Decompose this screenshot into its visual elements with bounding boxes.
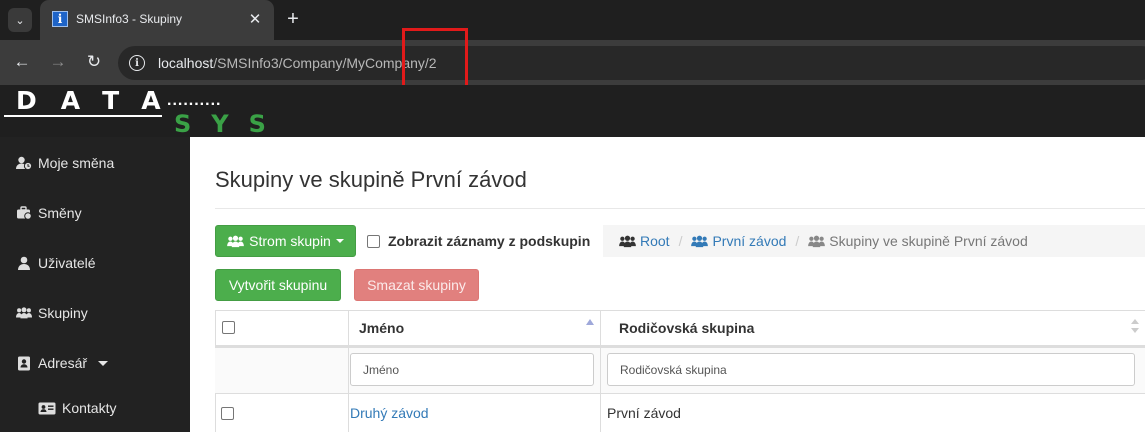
sidebar-item-adresar[interactable]: Adresář [0, 343, 190, 383]
logo-dots: .......... [167, 92, 222, 109]
delete-groups-button[interactable]: Smazat skupiny [354, 269, 479, 301]
row-checkbox[interactable] [221, 406, 234, 420]
logo-underline [4, 115, 162, 117]
sidebar-item-label: Směny [38, 205, 82, 221]
delete-groups-label: Smazat skupiny [367, 277, 466, 293]
sidebar: Moje směna Směny Uživatelé Skupiny Adres… [0, 137, 190, 432]
users-icon [16, 305, 32, 321]
sidebar-item-label: Moje směna [38, 155, 115, 171]
breadcrumb-root-link[interactable]: Root [640, 233, 670, 249]
back-arrow-icon[interactable]: ← [10, 50, 34, 74]
sort-ascending-icon [586, 319, 594, 325]
users-icon [808, 235, 826, 248]
page-title: Skupiny ve skupině První závod [215, 167, 527, 192]
show-subgroup-records-toggle[interactable]: Zobrazit záznamy z podskupin [358, 225, 602, 257]
breadcrumb-current: Skupiny ve skupině První závod [829, 233, 1028, 249]
browser-toolbar: ← → ↻ i localhost/SMSInfo3/Company/MyCom… [0, 40, 1145, 85]
breadcrumb-separator: / [678, 233, 683, 249]
users-icon [619, 235, 636, 248]
create-group-button[interactable]: Vytvořit skupinu [215, 269, 341, 301]
sort-both-icon [1131, 318, 1139, 334]
parent-group-value: První závod [607, 405, 681, 421]
parent-group-filter-input[interactable]: Rodičovská skupina [607, 353, 1135, 386]
select-all-cell [215, 310, 349, 346]
app-header: DATA .......... SYS [0, 85, 1145, 137]
sidebar-item-moje-smena[interactable]: Moje směna [0, 143, 190, 183]
breadcrumb-separator: / [795, 233, 800, 249]
users-icon [227, 235, 244, 248]
reload-icon[interactable]: ↻ [82, 50, 106, 74]
new-tab-plus-icon[interactable]: + [282, 8, 304, 30]
url-host: localhost [158, 55, 214, 71]
user-clock-icon [16, 155, 32, 171]
tab-search-chevron-icon[interactable]: ⌄ [8, 8, 32, 32]
filter-placeholder: Jméno [363, 362, 400, 377]
logo-data-text: DATA [16, 86, 185, 115]
name-filter-input[interactable]: Jméno [350, 353, 594, 386]
show-subgroup-label: Zobrazit záznamy z podskupin [388, 233, 591, 249]
show-subgroup-checkbox[interactable] [367, 234, 380, 248]
main-content: Skupiny ve skupině První závod Strom sku… [190, 137, 1145, 432]
caret-down-icon [335, 239, 344, 243]
tab-title: SMSInfo3 - Skupiny [76, 12, 183, 26]
sidebar-item-smeny[interactable]: Směny [0, 193, 190, 233]
sidebar-item-label: Skupiny [38, 305, 88, 321]
column-header-label: Rodičovská skupina [619, 319, 755, 336]
sidebar-item-kontakty[interactable]: Kontakty [0, 388, 190, 428]
filter-cell-name: Jméno [349, 348, 601, 394]
browser-tab[interactable]: i SMSInfo3 - Skupiny ✕ [40, 0, 274, 40]
group-name-link[interactable]: Druhý závod [350, 405, 429, 421]
breadcrumb-parent-link[interactable]: První závod [712, 233, 786, 249]
column-header-parent-group[interactable]: Rodičovská skupina [601, 310, 1145, 346]
sidebar-item-skupiny[interactable]: Skupiny [0, 293, 190, 333]
browser-tab-bar: ⌄ i SMSInfo3 - Skupiny ✕ + [0, 0, 1145, 40]
column-header-name[interactable]: Jméno [349, 310, 601, 346]
group-tree-dropdown-button[interactable]: Strom skupin [215, 225, 356, 257]
table-row-parent-cell: První závod [601, 394, 1145, 432]
select-all-checkbox[interactable] [222, 321, 235, 334]
site-info-icon[interactable]: i [129, 55, 145, 71]
close-tab-icon[interactable]: ✕ [246, 10, 264, 28]
datasys-logo[interactable]: DATA .......... SYS [4, 85, 294, 137]
column-header-label: Jméno [359, 319, 405, 336]
id-card-icon [38, 400, 56, 416]
filter-empty-cell [215, 348, 349, 394]
sidebar-item-uzivatele[interactable]: Uživatelé [0, 243, 190, 283]
groups-table: Jméno Rodičovská skupina Jméno Rodičovsk… [215, 310, 1145, 432]
logo-sys-text: SYS [174, 110, 286, 137]
chevron-down-icon [98, 360, 109, 366]
title-divider [215, 208, 1145, 209]
address-bar[interactable]: i localhost/SMSInfo3/Company/MyCompany/2 [118, 46, 1145, 80]
sidebar-item-label: Kontakty [62, 400, 117, 416]
briefcase-icon [16, 205, 32, 221]
favicon-info-icon: i [52, 11, 68, 27]
user-icon [16, 255, 32, 271]
row-select-cell [215, 394, 349, 432]
url-text[interactable]: localhost/SMSInfo3/Company/MyCompany/2 [158, 55, 437, 71]
filter-placeholder: Rodičovská skupina [620, 362, 727, 377]
users-icon [691, 235, 709, 248]
filter-cell-parent-group: Rodičovská skupina [601, 348, 1145, 394]
sidebar-item-label: Adresář [38, 355, 88, 371]
table-row-name-cell: Druhý závod [349, 394, 601, 432]
forward-arrow-icon[interactable]: → [46, 50, 70, 74]
group-tree-label: Strom skupin [249, 233, 331, 249]
breadcrumb: Root / První závod / Skupiny ve skupině … [603, 225, 1145, 257]
address-book-icon [16, 355, 32, 371]
create-group-label: Vytvořit skupinu [228, 277, 328, 293]
sidebar-item-label: Uživatelé [38, 255, 96, 271]
